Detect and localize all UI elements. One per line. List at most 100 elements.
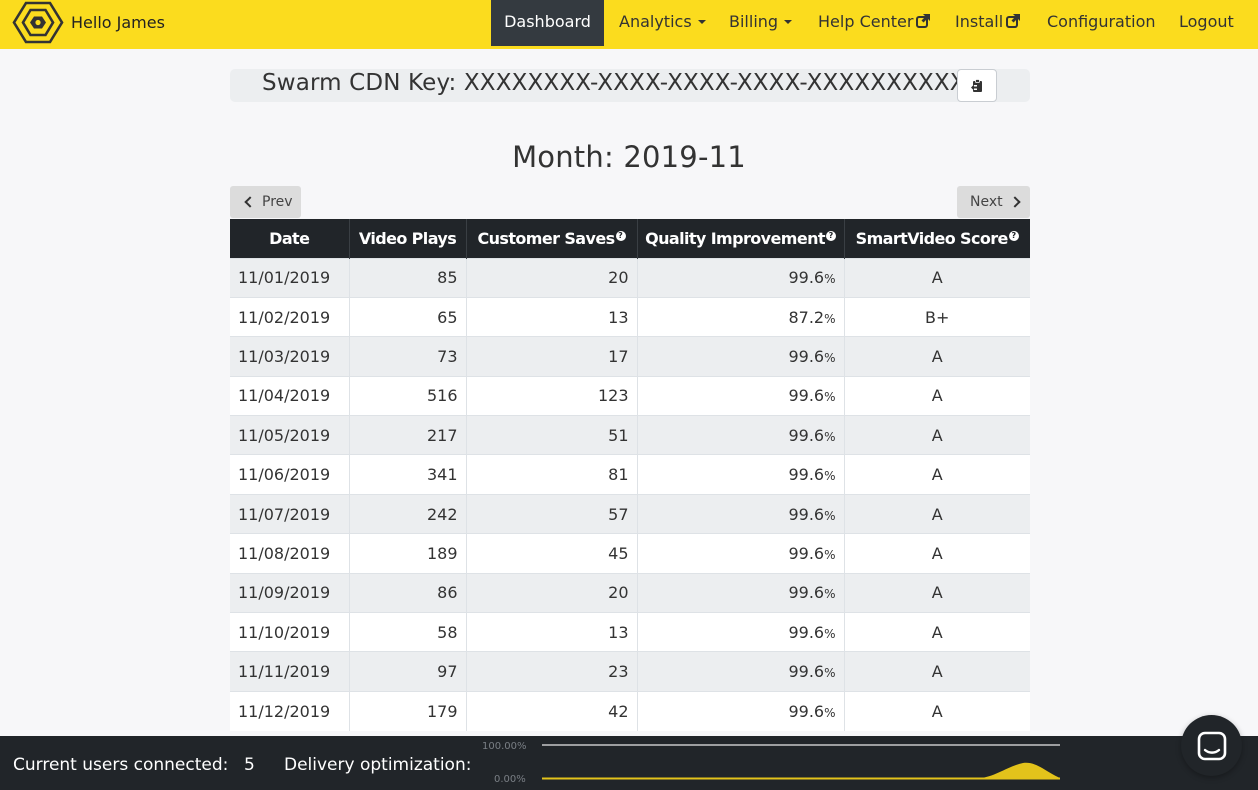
cell-date: 11/11/2019 xyxy=(230,651,349,692)
cell-customer-saves: 42 xyxy=(465,690,637,731)
external-link-icon xyxy=(916,14,931,28)
header-date: Date xyxy=(230,219,349,258)
percent-sign: % xyxy=(824,390,836,405)
cell-smartvideo-score: A xyxy=(843,690,1030,731)
nav-help-center[interactable]: Help Center xyxy=(818,0,931,46)
help-icon[interactable]: ? xyxy=(825,230,836,241)
nav-configuration[interactable]: Configuration xyxy=(1047,0,1156,46)
cell-date: 11/10/2019 xyxy=(230,612,349,652)
cell-quality-improvement: 99.6% xyxy=(636,612,844,652)
cell-smartvideo-score: A xyxy=(843,533,1030,574)
cell-quality-improvement: 87.2% xyxy=(636,296,844,337)
cell-video-plays: 97 xyxy=(348,651,466,692)
percent-sign: % xyxy=(824,350,836,365)
cell-video-plays: 189 xyxy=(348,533,466,574)
prev-label: Prev xyxy=(262,194,293,210)
nav-billing-label: Billing xyxy=(729,12,779,31)
header-video-plays: Video Plays xyxy=(348,219,466,258)
spark-top-label: 100.00% xyxy=(482,741,527,752)
help-icon[interactable]: ? xyxy=(1008,230,1019,241)
next-month-button[interactable]: Next xyxy=(957,186,1030,218)
caret-down-icon xyxy=(697,19,706,24)
nav-install-label: Install xyxy=(955,12,1004,31)
nav-dashboard-label: Dashboard xyxy=(504,12,591,31)
cell-video-plays: 85 xyxy=(348,257,466,298)
cell-quality-improvement: 99.6% xyxy=(636,493,844,534)
nav-help-center-label: Help Center xyxy=(818,12,914,31)
cell-customer-saves: 20 xyxy=(465,257,637,298)
table-row: 11/03/2019 73 17 99.6% A xyxy=(230,336,1030,377)
quality-value: 99.6 xyxy=(788,504,825,524)
table-row: 11/04/2019 516 123 99.6% A xyxy=(230,375,1030,416)
chat-launcher-button[interactable] xyxy=(1181,715,1242,776)
cell-date: 11/09/2019 xyxy=(230,572,349,613)
header-customer-saves-label: Customer Saves xyxy=(477,228,615,248)
cell-video-plays: 217 xyxy=(348,415,466,455)
cell-quality-improvement: 99.6% xyxy=(636,257,844,298)
brand[interactable] xyxy=(12,0,64,45)
table-row: 11/08/2019 189 45 99.6% A xyxy=(230,533,1030,574)
external-link-icon xyxy=(1006,14,1021,28)
quality-value: 87.2 xyxy=(788,307,825,327)
cdn-key-bar: Swarm CDN Key: XXXXXXXX-XXXX-XXXX-XXXX-X… xyxy=(230,69,1030,102)
nav-analytics-label: Analytics xyxy=(619,12,692,31)
table-body: 11/01/2019 85 20 99.6% A 11/02/2019 65 13 87.2% B… xyxy=(230,257,1030,731)
chat-icon xyxy=(1197,731,1226,760)
nav-install[interactable]: Install xyxy=(955,0,1021,46)
delivery-optimization-label: Delivery optimization: xyxy=(284,755,472,775)
cell-customer-saves: 17 xyxy=(465,336,637,377)
cell-smartvideo-score: B+ xyxy=(843,296,1030,337)
status-bar: Current users connected: 5 Delivery opti… xyxy=(0,736,1258,790)
quality-value: 99.6 xyxy=(788,425,825,445)
cell-customer-saves: 81 xyxy=(465,454,637,495)
table-row: 11/11/2019 97 23 99.6% A xyxy=(230,651,1030,692)
header-video-plays-label: Video Plays xyxy=(358,228,457,248)
cell-video-plays: 86 xyxy=(348,572,466,613)
clipboard-icon xyxy=(971,78,982,92)
cell-video-plays: 242 xyxy=(348,493,466,534)
header-smartvideo-score: SmartVideo Score? xyxy=(843,219,1030,258)
table-row: 11/09/2019 86 20 99.6% A xyxy=(230,572,1030,613)
percent-sign: % xyxy=(824,705,836,720)
table-row: 11/07/2019 242 57 99.6% A xyxy=(230,493,1030,534)
cell-smartvideo-score: A xyxy=(843,257,1030,298)
quality-value: 99.6 xyxy=(788,622,825,642)
cell-video-plays: 58 xyxy=(348,612,466,652)
users-connected-value: 5 xyxy=(244,755,255,775)
cell-smartvideo-score: A xyxy=(843,336,1030,377)
hexagon-logo-icon xyxy=(12,1,64,44)
cell-quality-improvement: 99.6% xyxy=(636,533,844,574)
prev-month-button[interactable]: Prev xyxy=(230,186,301,218)
cell-date: 11/02/2019 xyxy=(230,296,349,337)
cell-video-plays: 179 xyxy=(348,690,466,731)
nav-dashboard[interactable]: Dashboard xyxy=(491,0,604,46)
quality-value: 99.6 xyxy=(788,268,825,288)
cell-customer-saves: 57 xyxy=(465,493,637,534)
delivery-sparkline: 100.00% 0.00% xyxy=(482,741,1060,785)
cell-date: 11/06/2019 xyxy=(230,454,349,495)
nav-logout-label: Logout xyxy=(1179,12,1234,31)
cell-quality-improvement: 99.6% xyxy=(636,415,844,455)
cell-date: 11/05/2019 xyxy=(230,415,349,455)
month-title: Month: 2019-11 xyxy=(0,140,1258,174)
cell-smartvideo-score: A xyxy=(843,415,1030,455)
header-quality-improvement-label: Quality Improvement xyxy=(645,228,825,248)
nav-logout[interactable]: Logout xyxy=(1179,0,1234,46)
cell-customer-saves: 23 xyxy=(465,651,637,692)
nav-billing[interactable]: Billing xyxy=(729,0,793,46)
copy-key-button[interactable] xyxy=(957,69,997,102)
cell-date: 11/12/2019 xyxy=(230,690,349,731)
help-icon[interactable]: ? xyxy=(615,230,626,241)
quality-value: 99.6 xyxy=(788,583,825,603)
cell-quality-improvement: 99.6% xyxy=(636,690,844,731)
cell-quality-improvement: 99.6% xyxy=(636,336,844,377)
cell-quality-improvement: 99.6% xyxy=(636,572,844,613)
percent-sign: % xyxy=(824,587,836,602)
table-row: 11/06/2019 341 81 99.6% A xyxy=(230,454,1030,495)
table-row: 11/12/2019 179 42 99.6% A xyxy=(230,690,1030,731)
percent-sign: % xyxy=(824,666,836,681)
cell-smartvideo-score: A xyxy=(843,651,1030,692)
cell-date: 11/08/2019 xyxy=(230,533,349,574)
cell-customer-saves: 123 xyxy=(465,375,637,416)
nav-analytics[interactable]: Analytics xyxy=(619,0,706,46)
